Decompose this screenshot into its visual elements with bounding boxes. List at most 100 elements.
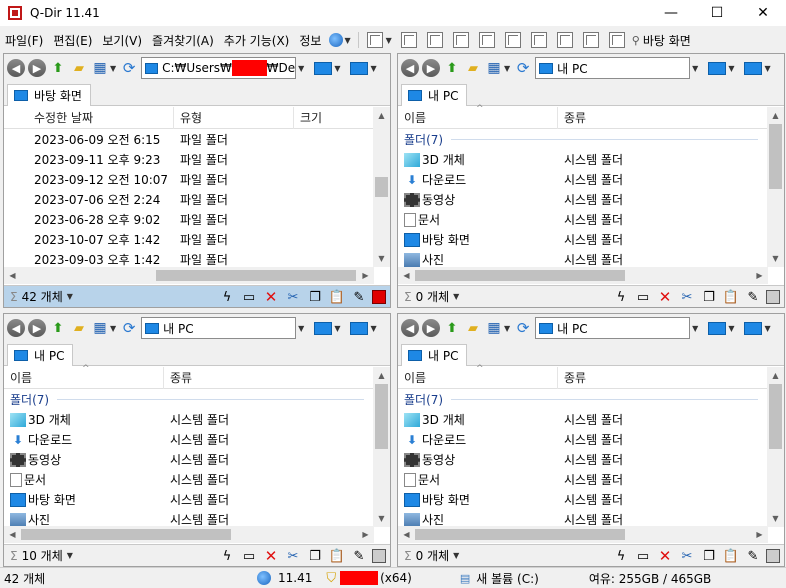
desktop-button[interactable]: ▼: [314, 61, 344, 75]
scroll-thumb[interactable]: [375, 384, 388, 449]
list-item[interactable]: 2023-09-03 오후 1:42 파일 폴더: [4, 249, 374, 269]
scroll-thumb[interactable]: [769, 384, 782, 449]
filter-icon[interactable]: [372, 549, 386, 563]
scroll-up-icon[interactable]: ▲: [767, 367, 784, 384]
list-item[interactable]: 바탕 화면 시스템 폴더: [398, 229, 768, 249]
filter-icon[interactable]: [766, 549, 780, 563]
list-item[interactable]: 2023-07-06 오전 2:24 파일 폴더: [4, 189, 374, 209]
column-name[interactable]: ^ 이름: [398, 364, 558, 389]
address-dropdown-icon[interactable]: ▼: [692, 64, 698, 73]
view-mode-icon[interactable]: ▦: [485, 319, 503, 337]
view-mode-icon[interactable]: ▦: [91, 59, 109, 77]
back-button[interactable]: ◀: [7, 59, 25, 77]
paste-icon[interactable]: 📋: [722, 288, 740, 306]
list-item[interactable]: 3D 개체 시스템 폴더: [4, 409, 374, 429]
desktop-button[interactable]: ▼: [708, 321, 738, 335]
delete-icon[interactable]: ✕: [656, 288, 674, 306]
edit-icon[interactable]: ✎: [350, 547, 368, 565]
group-header[interactable]: 폴더(7): [398, 389, 768, 409]
layout-grid-icon[interactable]: [366, 32, 383, 48]
list-item[interactable]: 문서 시스템 폴더: [398, 209, 768, 229]
menu-file[interactable]: 파일(F): [0, 32, 48, 49]
layout-2-icon[interactable]: [426, 32, 443, 48]
horizontal-scrollbar[interactable]: ◀ ▶: [4, 267, 374, 284]
scroll-down-icon[interactable]: ▼: [767, 250, 784, 267]
globe-icon[interactable]: [329, 33, 344, 47]
column-name[interactable]: ^ 이름: [4, 364, 164, 389]
layout-5-icon[interactable]: [504, 32, 521, 48]
up-folder-icon[interactable]: ⬆: [443, 59, 461, 77]
scroll-left-icon[interactable]: ◀: [4, 267, 21, 284]
scroll-down-icon[interactable]: ▼: [373, 510, 390, 527]
cut-icon[interactable]: ✂: [284, 547, 302, 565]
scroll-thumb[interactable]: [769, 124, 782, 189]
refresh-icon[interactable]: ⟳: [120, 59, 138, 77]
list-item[interactable]: 3D 개체 시스템 폴더: [398, 149, 768, 169]
new-folder-icon[interactable]: ▰: [464, 319, 482, 337]
desktop-button[interactable]: ▼: [314, 321, 344, 335]
group-header[interactable]: 폴더(7): [4, 389, 374, 409]
color-filter-icon[interactable]: [372, 290, 386, 304]
chevron-down-icon[interactable]: ▼: [110, 64, 116, 73]
paste-icon[interactable]: 📋: [328, 547, 346, 565]
list-item[interactable]: 2023-09-11 오후 9:23 파일 폴더: [4, 149, 374, 169]
column-modified[interactable]: 수정한 날짜: [4, 106, 174, 129]
delete-icon[interactable]: ✕: [262, 547, 280, 565]
list-item[interactable]: 바탕 화면 시스템 폴더: [4, 489, 374, 509]
scroll-left-icon[interactable]: ◀: [398, 526, 415, 543]
scroll-left-icon[interactable]: ◀: [4, 526, 21, 543]
new-folder-icon[interactable]: ▰: [464, 59, 482, 77]
desktop-button-2[interactable]: ▼: [744, 321, 774, 335]
back-button[interactable]: ◀: [401, 59, 419, 77]
vertical-scrollbar[interactable]: ▲ ▼: [767, 367, 784, 527]
hscroll-thumb[interactable]: [415, 270, 625, 281]
up-folder-icon[interactable]: ⬆: [49, 319, 67, 337]
scroll-right-icon[interactable]: ▶: [751, 267, 768, 284]
address-bar[interactable]: 내 PC: [141, 317, 297, 339]
chevron-down-icon[interactable]: ▼: [110, 324, 116, 333]
lightning-icon[interactable]: ϟ: [612, 547, 630, 565]
view-mode-icon[interactable]: ▦: [485, 59, 503, 77]
scroll-thumb[interactable]: [375, 177, 388, 197]
forward-button[interactable]: ▶: [422, 319, 440, 337]
layout-8-icon[interactable]: [582, 32, 599, 48]
menu-view[interactable]: 보기(V): [97, 32, 147, 49]
copy-icon[interactable]: ❐: [306, 288, 324, 306]
close-button[interactable]: ✕: [740, 0, 786, 26]
list-item[interactable]: 문서 시스템 폴더: [4, 469, 374, 489]
horizontal-scrollbar[interactable]: ◀ ▶: [398, 267, 768, 284]
up-folder-icon[interactable]: ⬆: [443, 319, 461, 337]
list-item[interactable]: ⬇ 다운로드 시스템 폴더: [398, 169, 768, 189]
layout-9-icon[interactable]: [608, 32, 625, 48]
list-item[interactable]: 바탕 화면 시스템 폴더: [398, 489, 768, 509]
edit-icon[interactable]: ✎: [744, 288, 762, 306]
layout-7-icon[interactable]: [556, 32, 573, 48]
address-dropdown-icon[interactable]: ▼: [298, 324, 304, 333]
column-kind[interactable]: 종류: [164, 367, 374, 389]
menu-info[interactable]: 정보: [294, 32, 326, 49]
tab-my-pc[interactable]: 내 PC: [401, 344, 468, 366]
list-item[interactable]: 2023-06-28 오후 9:02 파일 폴더: [4, 209, 374, 229]
address-dropdown-icon[interactable]: ▼: [692, 324, 698, 333]
rename-icon[interactable]: ▭: [240, 547, 258, 565]
tab-my-pc[interactable]: 내 PC: [401, 84, 468, 106]
scroll-up-icon[interactable]: ▲: [767, 107, 784, 124]
column-kind[interactable]: 종류: [558, 107, 768, 129]
column-type[interactable]: 유형: [174, 106, 294, 129]
group-header[interactable]: 폴더(7): [398, 129, 768, 149]
filter-icon[interactable]: [766, 290, 780, 304]
chevron-down-icon[interactable]: ▼: [504, 64, 510, 73]
scroll-right-icon[interactable]: ▶: [357, 526, 374, 543]
chevron-down-icon[interactable]: ▼: [67, 292, 73, 301]
rename-icon[interactable]: ▭: [634, 288, 652, 306]
layout-1-icon[interactable]: [400, 32, 417, 48]
layout-6-icon[interactable]: [530, 32, 547, 48]
address-bar[interactable]: 내 PC: [535, 57, 691, 79]
paste-icon[interactable]: 📋: [722, 547, 740, 565]
hscroll-thumb[interactable]: [21, 529, 231, 540]
chevron-down-icon[interactable]: ▼: [67, 551, 73, 560]
horizontal-scrollbar[interactable]: ◀ ▶: [398, 526, 768, 543]
refresh-icon[interactable]: ⟳: [120, 319, 138, 337]
new-folder-icon[interactable]: ▰: [70, 319, 88, 337]
refresh-icon[interactable]: ⟳: [514, 59, 532, 77]
